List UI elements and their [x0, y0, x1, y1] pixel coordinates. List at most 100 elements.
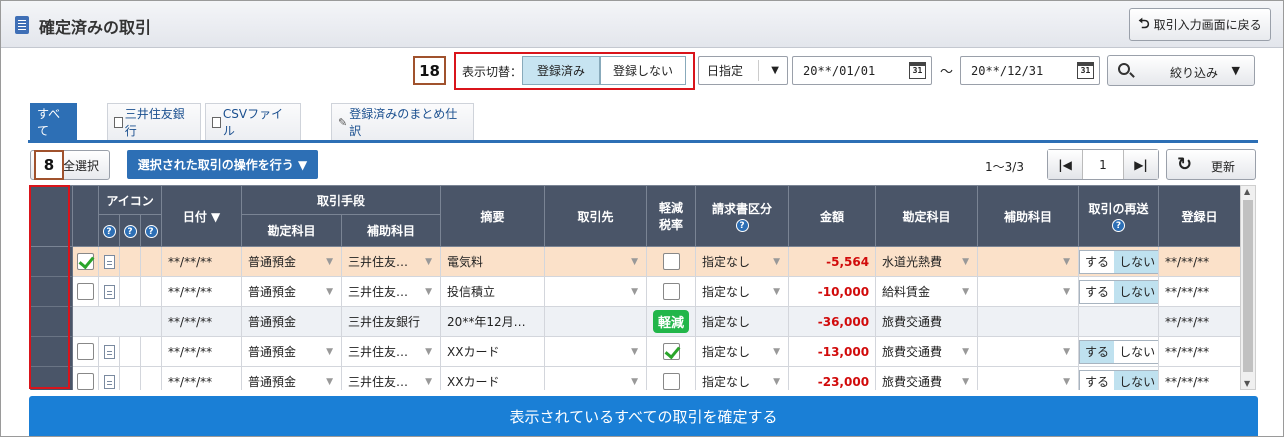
resend-toggle[interactable]: する しない: [1079, 249, 1158, 274]
bulk-operation-button[interactable]: 選択された取引の操作を行う ▼: [127, 150, 318, 179]
method-account-value: 普通預金: [248, 255, 297, 269]
summary-cell[interactable]: XXカード: [440, 366, 546, 390]
method-sub-cell[interactable]: 三井住友… ▼: [341, 336, 442, 367]
sub-account-cell[interactable]: ▼: [977, 246, 1080, 277]
partner-cell[interactable]: ▼: [544, 336, 648, 367]
confirm-all-button[interactable]: 表示されているすべての取引を確定する: [29, 396, 1258, 436]
table-row[interactable]: **/**/** 普通預金 ▼ 三井住友… ▼ XXカード ▼ 指定なし ▼ -13,…: [30, 336, 1240, 367]
file-icon[interactable]: [103, 254, 115, 269]
account-cell[interactable]: 水道光熱費 ▼: [875, 246, 979, 277]
help-icon[interactable]: ?: [102, 225, 116, 238]
checkbox-unchecked[interactable]: [662, 283, 680, 300]
scroll-thumb[interactable]: [1243, 200, 1253, 372]
file-icon[interactable]: [103, 344, 115, 359]
calendar-icon[interactable]: 31: [1077, 62, 1094, 79]
resend-no[interactable]: しない: [1114, 250, 1158, 273]
resend-no[interactable]: しない: [1114, 340, 1158, 363]
scroll-up-icon[interactable]: ▲: [1244, 187, 1250, 196]
table-scrollbar[interactable]: ▲ ▼: [1240, 185, 1256, 390]
sub-account-cell[interactable]: ▼: [977, 336, 1080, 367]
amount-cell: -13,000: [788, 336, 877, 367]
tab-summary-journal-label: 登録済みのまとめ仕訳: [349, 107, 458, 138]
checkbox-unchecked[interactable]: [77, 283, 94, 300]
resend-toggle[interactable]: する しない: [1079, 339, 1158, 364]
last-page-icon[interactable]: ▶|: [1124, 150, 1158, 179]
resend-yes[interactable]: する: [1080, 370, 1115, 390]
date-mode-select[interactable]: 日指定 ▼: [698, 56, 788, 85]
method-sub-cell[interactable]: 三井住友… ▼: [341, 366, 442, 390]
method-account-cell[interactable]: 普通預金 ▼: [241, 336, 343, 367]
checkbox-unchecked[interactable]: [77, 373, 94, 390]
method-account-cell[interactable]: 普通預金 ▼: [241, 246, 343, 277]
narrow-down-button[interactable]: 絞り込み ▼: [1107, 55, 1255, 86]
chevron-down-icon: ▼: [631, 257, 639, 267]
summary-cell[interactable]: 投信積立: [440, 276, 546, 307]
help-icon[interactable]: ?: [123, 225, 137, 238]
help-icon[interactable]: ?: [1112, 219, 1126, 232]
table-row[interactable]: **/**/** 普通預金 ▼ 三井住友… ▼ 電気料 ▼ 指定なし ▼ -5,564…: [30, 246, 1240, 277]
page-number[interactable]: 1: [1082, 150, 1124, 179]
account-cell[interactable]: 旅費交通費 ▼: [875, 366, 979, 390]
annotation-frame-rows: [29, 185, 70, 389]
row-select[interactable]: [72, 246, 99, 277]
table-row[interactable]: **/**/** 普通預金 ▼ 三井住友… ▼ 投信積立 ▼ 指定なし ▼ -10,0…: [30, 276, 1240, 307]
file-icon[interactable]: [103, 284, 115, 299]
help-icon[interactable]: ?: [144, 225, 158, 238]
checkbox-unchecked[interactable]: [77, 343, 94, 360]
resend-yes[interactable]: する: [1080, 340, 1115, 363]
partner-cell[interactable]: ▼: [544, 276, 648, 307]
first-page-icon[interactable]: |◀: [1048, 150, 1082, 179]
date-to-input[interactable]: 20**/12/31 31: [960, 56, 1100, 85]
table-row[interactable]: **/**/** 普通預金 三井住友銀行 20**年12月… 軽減 指定なし -…: [30, 306, 1240, 337]
checkbox-checked[interactable]: [662, 343, 680, 360]
scroll-down-icon[interactable]: ▼: [1244, 379, 1250, 388]
account-cell[interactable]: 旅費交通費 ▼: [875, 336, 979, 367]
chevron-down-icon: ▼: [773, 287, 781, 297]
summary-cell[interactable]: 電気料: [440, 246, 546, 277]
invoice-cell[interactable]: 指定なし ▼: [695, 276, 790, 307]
tab-summary-journal[interactable]: ✎ 登録済みのまとめ仕訳: [331, 103, 474, 140]
help-icon[interactable]: ?: [735, 219, 749, 232]
checkbox-checked[interactable]: [77, 253, 94, 270]
invoice-cell[interactable]: 指定なし ▼: [695, 336, 790, 367]
tab-all[interactable]: すべて: [30, 103, 77, 140]
partner-cell[interactable]: ▼: [544, 246, 648, 277]
invoice-cell[interactable]: 指定なし ▼: [695, 366, 790, 390]
resend-no[interactable]: しない: [1114, 280, 1158, 303]
checkbox-unchecked[interactable]: [662, 253, 680, 270]
summary-value: 電気料: [447, 255, 484, 269]
toggle-registered[interactable]: 登録済み: [522, 56, 600, 85]
checkbox-unchecked[interactable]: [662, 373, 680, 390]
method-account-cell[interactable]: 普通預金 ▼: [241, 366, 343, 390]
summary-cell[interactable]: XXカード: [440, 336, 546, 367]
back-to-entry-button[interactable]: ⮌ 取引入力画面に戻る: [1129, 8, 1271, 41]
summary-value: 投信積立: [447, 285, 496, 299]
table-row[interactable]: **/**/** 普通預金 ▼ 三井住友… ▼ XXカード ▼ 指定なし ▼ -23,…: [30, 366, 1240, 390]
resend-no[interactable]: しない: [1114, 370, 1158, 390]
header-date[interactable]: 日付 ▼: [161, 185, 243, 247]
account-cell[interactable]: 給料賃金 ▼: [875, 276, 979, 307]
file-icon[interactable]: [103, 374, 115, 389]
tab-csv[interactable]: CSVファイル: [205, 103, 301, 140]
partner-cell[interactable]: ▼: [544, 366, 648, 390]
calendar-icon[interactable]: 31: [909, 62, 926, 79]
resend-toggle[interactable]: する しない: [1079, 279, 1158, 304]
sub-account-cell[interactable]: ▼: [977, 276, 1080, 307]
resend-yes[interactable]: する: [1080, 280, 1115, 303]
method-sub-cell[interactable]: 三井住友… ▼: [341, 246, 442, 277]
resend-yes[interactable]: する: [1080, 250, 1115, 273]
tab-smbc[interactable]: 三井住友銀行: [107, 103, 201, 140]
sub-account-cell[interactable]: ▼: [977, 366, 1080, 390]
row-select[interactable]: [72, 276, 99, 307]
method-account-cell[interactable]: 普通預金 ▼: [241, 276, 343, 307]
method-sub-cell[interactable]: 三井住友… ▼: [341, 276, 442, 307]
date-from-input[interactable]: 20**/01/01 31: [792, 56, 932, 85]
chevron-down-icon: ▼: [771, 65, 779, 76]
invoice-cell[interactable]: 指定なし ▼: [695, 246, 790, 277]
row-select[interactable]: [72, 336, 99, 367]
annotation-badge-8: 8: [34, 150, 64, 180]
refresh-button[interactable]: ↻ 更新: [1166, 149, 1256, 180]
toggle-not-registered[interactable]: 登録しない: [600, 56, 686, 85]
resend-toggle[interactable]: する しない: [1079, 369, 1158, 390]
row-select[interactable]: [72, 366, 99, 390]
